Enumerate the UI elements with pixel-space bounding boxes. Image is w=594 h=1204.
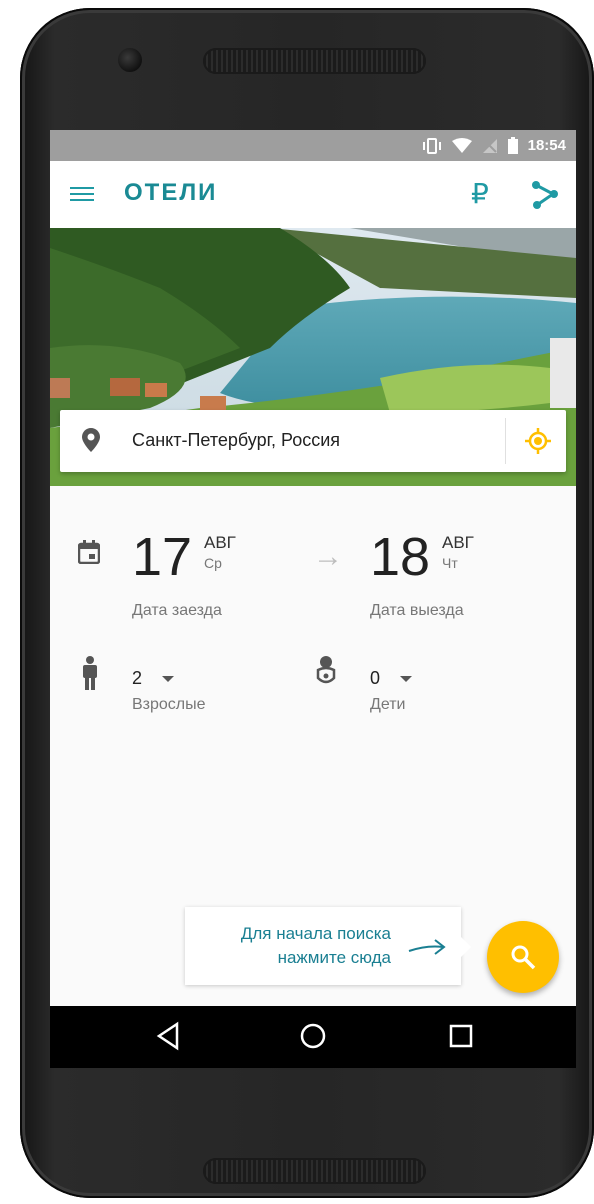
menu-icon[interactable] [70, 183, 94, 205]
signal-off-icon [482, 138, 497, 153]
children-count[interactable]: 0 [370, 668, 380, 689]
share-icon[interactable] [530, 179, 560, 209]
children-dropdown-icon[interactable] [400, 676, 412, 682]
divider [505, 418, 506, 464]
checkout-label: Дата выезда [370, 602, 464, 619]
search-button[interactable] [487, 921, 559, 993]
earpiece-speaker [203, 48, 426, 74]
destination-text[interactable]: Санкт-Петербург, Россия [132, 430, 340, 451]
adult-person-icon [83, 656, 97, 690]
app-bar: ОТЕЛИ ₽ [50, 161, 576, 228]
back-icon[interactable] [155, 1021, 181, 1051]
checkin-month: АВГ [204, 533, 236, 552]
wifi-icon [451, 137, 472, 153]
front-camera [118, 48, 142, 72]
checkout-weekday: Чт [442, 555, 458, 571]
arrow-right-icon: → [313, 540, 343, 573]
checkout-month: АВГ [442, 533, 474, 552]
checkin-label: Дата заезда [132, 602, 222, 619]
status-bar: 18:54 [50, 130, 576, 161]
app-title: ОТЕЛИ [124, 179, 218, 206]
search-icon [511, 945, 536, 970]
home-icon[interactable] [299, 1021, 327, 1051]
hint-arrow-icon [408, 939, 446, 955]
checkin-weekday: Ср [204, 555, 222, 571]
recents-icon[interactable] [448, 1021, 474, 1051]
hint-line-1: Для начала поиска [240, 924, 391, 943]
adults-dropdown-icon[interactable] [162, 676, 174, 682]
my-location-icon[interactable] [524, 427, 552, 455]
checkin-day[interactable]: 17 [132, 530, 192, 584]
search-hint: Для начала поиска нажмите сюда [185, 907, 471, 985]
vibrate-icon [422, 137, 441, 154]
destination-card[interactable]: Санкт-Петербург, Россия [60, 410, 566, 472]
screen: 18:54 ОТЕЛИ ₽ Санкт-Петербург, Россия 17… [50, 130, 576, 1068]
location-pin-icon [82, 428, 100, 452]
checkout-day[interactable]: 18 [370, 530, 430, 584]
system-nav-bar [50, 1006, 576, 1068]
hint-line-2: нажмите сюда [277, 948, 391, 967]
ruble-icon[interactable]: ₽ [471, 177, 489, 210]
child-icon [316, 656, 336, 684]
battery-icon [507, 137, 518, 154]
calendar-icon [78, 540, 100, 564]
children-label: Дети [370, 696, 406, 713]
bottom-speaker [203, 1158, 426, 1184]
adults-label: Взрослые [132, 696, 206, 713]
adults-count[interactable]: 2 [132, 668, 142, 689]
status-time: 18:54 [527, 137, 566, 154]
